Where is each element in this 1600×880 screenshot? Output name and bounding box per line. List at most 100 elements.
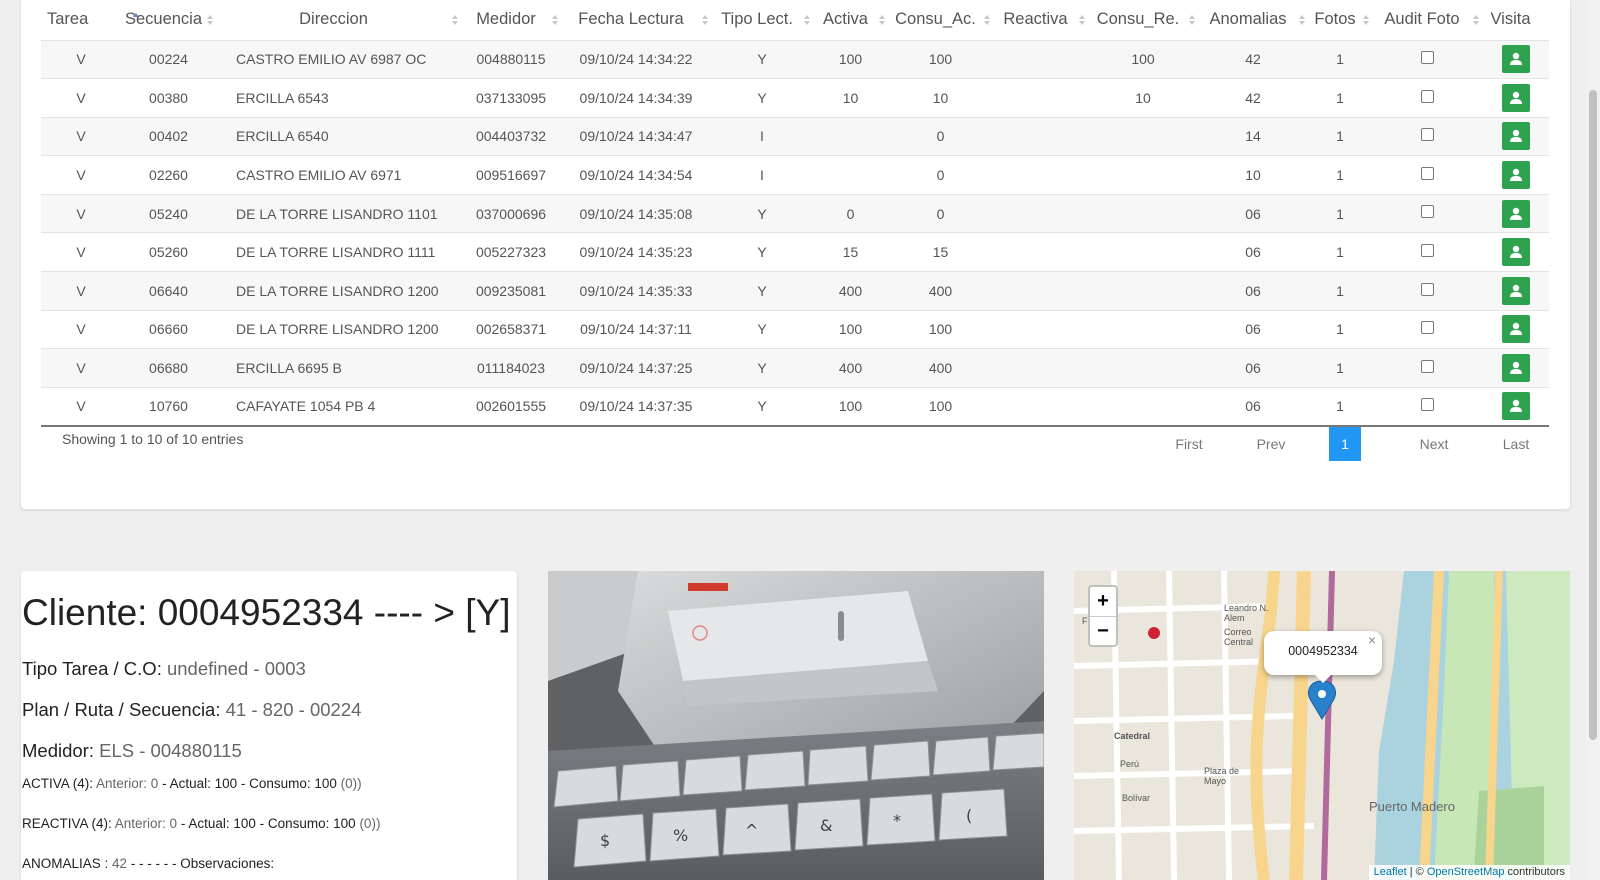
cell-visita <box>1482 39 1549 79</box>
audit-foto-checkbox[interactable] <box>1420 166 1434 180</box>
cell-fotos: 1 <box>1308 39 1372 79</box>
cell-consu-ac: 100 <box>888 386 993 427</box>
cell-visita <box>1482 271 1549 311</box>
col-header-tipo-lect[interactable]: Tipo Lect. <box>711 0 813 40</box>
cell-activa: 100 <box>813 39 888 79</box>
meter-photo-image: $% ^ & * ( <box>548 571 1044 880</box>
table-row[interactable]: V 05260 DE LA TORRE LISANDRO 1111 005227323… <box>41 232 1549 272</box>
zoom-in-button[interactable]: + <box>1090 587 1116 616</box>
meter-photo[interactable]: $% ^ & * ( <box>548 571 1044 880</box>
visit-button[interactable] <box>1501 392 1530 421</box>
table-row[interactable]: V 00224 CASTRO EMILIO AV 6987 OC 004880115 0… <box>41 39 1549 79</box>
col-header-direccion[interactable]: Direccion <box>216 0 461 40</box>
audit-foto-checkbox[interactable] <box>1420 321 1434 335</box>
reactiva-label: REACTIVA (4): <box>22 816 112 831</box>
scrollbar-thumb[interactable] <box>1589 90 1597 740</box>
cell-activa: 0 <box>813 193 888 233</box>
visit-button[interactable] <box>1501 122 1530 151</box>
cell-activa: 400 <box>813 348 888 388</box>
col-header-anomalias[interactable]: Anomalias <box>1198 0 1308 40</box>
cell-tarea: V <box>41 193 121 233</box>
plan-ruta-field: Plan / Ruta / Secuencia: 41 - 820 - 0022… <box>22 699 361 721</box>
pager-first-button[interactable]: First <box>1164 427 1214 461</box>
cell-consu-ac: 100 <box>888 39 993 79</box>
table-info: Showing 1 to 10 of 10 entries <box>62 431 244 447</box>
visit-button[interactable] <box>1501 238 1530 267</box>
popup-tip <box>1314 674 1332 683</box>
col-header-activa[interactable]: Activa <box>813 0 888 40</box>
attrib-contributors: contributors <box>1504 866 1565 878</box>
page-scrollbar[interactable] <box>1586 0 1600 880</box>
popup-close-icon[interactable]: × <box>1368 632 1376 648</box>
svg-text:^: ^ <box>745 821 758 840</box>
table-row[interactable]: V 06640 DE LA TORRE LISANDRO 1200 009235081… <box>41 271 1549 311</box>
cell-medidor: 037133095 <box>461 78 561 118</box>
popup-meter-text: 0004952334 <box>1288 644 1358 658</box>
zoom-out-button[interactable]: − <box>1090 616 1116 645</box>
cell-tipo-lect: Y <box>711 309 813 349</box>
pager-page-1-button[interactable]: 1 <box>1329 427 1361 461</box>
table-row[interactable]: V 06680 ERCILLA 6695 B 011184023 09/10/24 14… <box>41 348 1549 388</box>
plan-ruta-value: 41 - 820 - 00224 <box>220 699 362 720</box>
pager-next-button[interactable]: Next <box>1414 427 1454 461</box>
audit-foto-checkbox[interactable] <box>1420 205 1434 219</box>
cell-reactiva <box>993 155 1088 195</box>
col-header-fotos[interactable]: Fotos <box>1308 0 1372 40</box>
visit-button[interactable] <box>1501 276 1530 305</box>
col-header-fecha[interactable]: Fecha Lectura <box>561 0 711 40</box>
col-header-reactiva[interactable]: Reactiva <box>993 0 1088 40</box>
table-row[interactable]: V 00380 ERCILLA 6543 037133095 09/10/24 14:3… <box>41 78 1549 118</box>
audit-foto-checkbox[interactable] <box>1420 282 1434 296</box>
audit-foto-checkbox[interactable] <box>1420 51 1434 65</box>
cell-reactiva <box>993 39 1088 79</box>
table-row[interactable]: V 00402 ERCILLA 6540 004403732 09/10/24 14:3… <box>41 116 1549 156</box>
cell-fotos: 1 <box>1308 116 1372 156</box>
col-header-secuencia[interactable]: Secuencia <box>121 0 216 40</box>
table-row[interactable]: V 02260 CASTRO EMILIO AV 6971 009516697 09/1… <box>41 155 1549 195</box>
cell-activa: 10 <box>813 78 888 118</box>
cell-fotos: 1 <box>1308 78 1372 118</box>
table-row[interactable]: V 10760 CAFAYATE 1054 PB 4 002601555 09/10/2… <box>41 386 1549 427</box>
visit-button[interactable] <box>1501 199 1530 228</box>
cell-consu-ac: 15 <box>888 232 993 272</box>
col-header-consu-re[interactable]: Consu_Re. <box>1088 0 1198 40</box>
visit-button[interactable] <box>1501 354 1530 383</box>
leaflet-link[interactable]: Leaflet <box>1374 866 1407 878</box>
col-header-tarea[interactable]: Tarea <box>41 0 139 40</box>
cell-audit-foto <box>1372 78 1482 118</box>
pager-last-button[interactable]: Last <box>1496 427 1536 461</box>
cell-medidor: 002601555 <box>461 386 561 427</box>
cell-audit-foto <box>1372 309 1482 349</box>
col-header-consu-ac[interactable]: Consu_Ac. <box>888 0 993 40</box>
cell-direccion: DE LA TORRE LISANDRO 1200 <box>216 309 461 349</box>
cell-anomalias: 06 <box>1198 309 1308 349</box>
client-title: Cliente: 0004952334 ---- > [Y] <box>22 592 511 633</box>
audit-foto-checkbox[interactable] <box>1420 398 1434 412</box>
map-label-alem: Leandro N. Alem <box>1224 603 1269 623</box>
audit-foto-checkbox[interactable] <box>1420 244 1434 258</box>
cell-fotos: 1 <box>1308 271 1372 311</box>
audit-foto-checkbox[interactable] <box>1420 128 1434 142</box>
cell-tarea: V <box>41 232 121 272</box>
table-row[interactable]: V 05240 DE LA TORRE LISANDRO 1101 037000696… <box>41 193 1549 233</box>
cell-fecha: 09/10/24 14:35:23 <box>561 232 711 272</box>
col-header-medidor[interactable]: Medidor <box>461 0 561 40</box>
cell-consu-ac: 0 <box>888 193 993 233</box>
visit-button[interactable] <box>1501 83 1530 112</box>
visit-button[interactable] <box>1501 161 1530 190</box>
col-header-audit-foto[interactable]: Audit Foto <box>1372 0 1482 40</box>
reactiva-anterior: Anterior: 0 <box>111 816 178 831</box>
audit-foto-checkbox[interactable] <box>1420 89 1434 103</box>
col-header-visita: Visita <box>1490 10 1531 29</box>
cell-tipo-lect: Y <box>711 39 813 79</box>
visit-button[interactable] <box>1501 45 1530 74</box>
map-label-peru: Perú <box>1120 759 1140 769</box>
osm-link[interactable]: OpenStreetMap <box>1427 866 1505 878</box>
audit-foto-checkbox[interactable] <box>1420 359 1434 373</box>
cell-anomalias: 10 <box>1198 155 1308 195</box>
visit-button[interactable] <box>1501 315 1530 344</box>
location-map[interactable]: Florida Leandro N. Alem Correo Central C… <box>1074 571 1570 880</box>
pager-prev-button[interactable]: Prev <box>1246 427 1296 461</box>
plan-ruta-label: Plan / Ruta / Secuencia: <box>22 699 221 720</box>
table-row[interactable]: V 06660 DE LA TORRE LISANDRO 1200 002658371… <box>41 309 1549 349</box>
